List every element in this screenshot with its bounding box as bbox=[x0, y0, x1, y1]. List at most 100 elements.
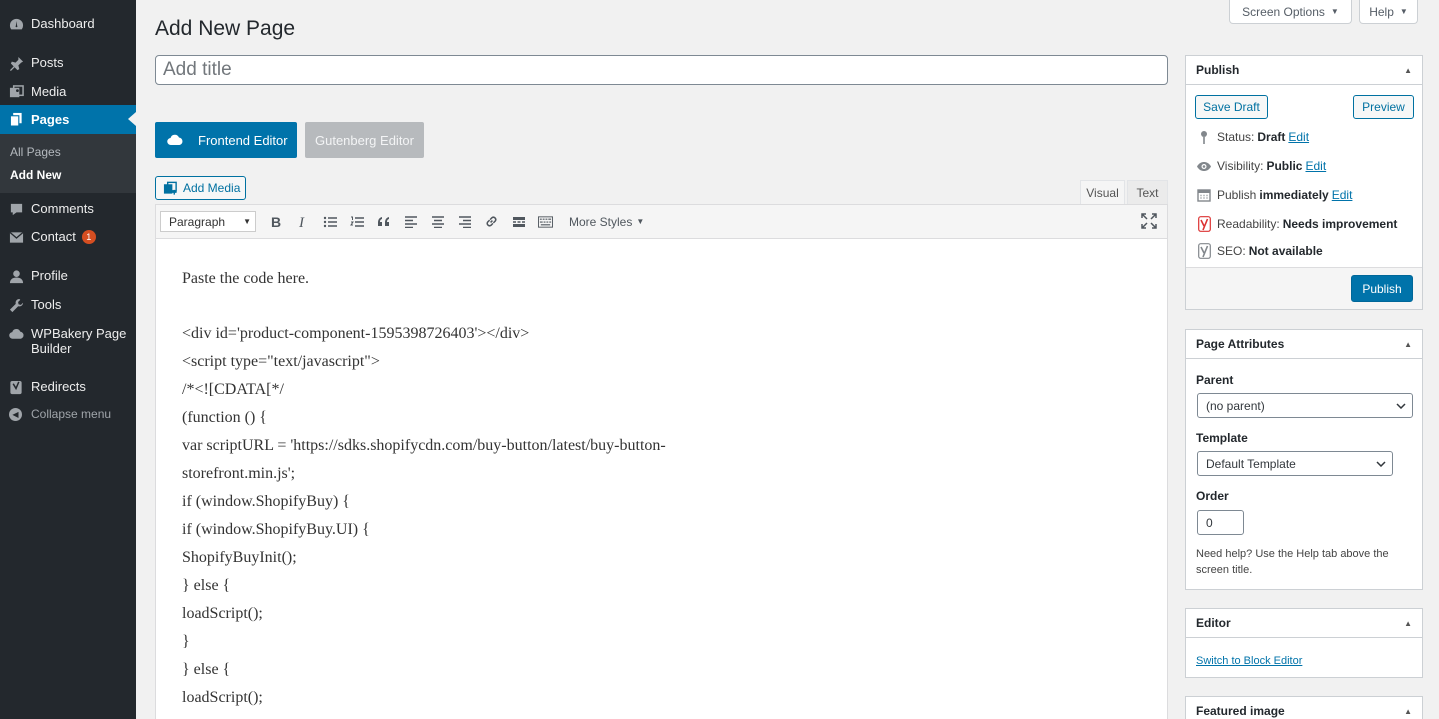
code-line: } else { bbox=[182, 577, 231, 594]
chevron-down-icon bbox=[1376, 460, 1386, 467]
menu-label: WPBakery Page Builder bbox=[31, 326, 127, 356]
admin-sidebar: Dashboard Posts Media Pages All Pages Ad… bbox=[0, 0, 136, 719]
gutenberg-editor-button[interactable]: Gutenberg Editor bbox=[305, 122, 424, 158]
order-input[interactable]: 0 bbox=[1197, 510, 1244, 535]
code-line: /*<![CDATA[*/ bbox=[182, 381, 284, 398]
publish-box: Publish ▲ Save Draft Preview Status: Dra… bbox=[1185, 55, 1423, 310]
numbered-list-icon[interactable] bbox=[343, 208, 370, 235]
calendar-icon bbox=[1196, 187, 1212, 203]
template-select[interactable]: Default Template bbox=[1197, 451, 1393, 476]
publish-actions: Publish bbox=[1186, 267, 1422, 309]
screen-options-button[interactable]: Screen Options ▼ bbox=[1229, 0, 1352, 24]
collapse-arrow-icon[interactable]: ▲ bbox=[1404, 619, 1412, 628]
order-label: Order bbox=[1196, 489, 1229, 503]
featured-image-header[interactable]: Featured image ▲ bbox=[1186, 697, 1422, 719]
collapse-arrow-icon[interactable]: ▲ bbox=[1404, 340, 1412, 349]
menu-label: Posts bbox=[31, 55, 64, 70]
link-icon[interactable] bbox=[478, 208, 505, 235]
italic-icon[interactable]: I bbox=[289, 208, 316, 235]
collapse-menu-button[interactable]: ◀ Collapse menu bbox=[0, 407, 136, 422]
mail-icon bbox=[8, 229, 24, 245]
toolbar-toggle-icon[interactable] bbox=[532, 208, 559, 235]
pages-submenu: All Pages Add New bbox=[0, 134, 136, 193]
page-attributes-header[interactable]: Page Attributes ▲ bbox=[1186, 330, 1422, 359]
dashboard-icon bbox=[8, 16, 24, 32]
code-line: ShopifyBuyInit(); bbox=[182, 549, 297, 566]
edit-schedule-link[interactable]: Edit bbox=[1332, 188, 1353, 202]
menu-comments[interactable]: Comments bbox=[0, 201, 136, 217]
menu-media[interactable]: Media bbox=[0, 84, 136, 100]
align-left-icon[interactable] bbox=[397, 208, 424, 235]
add-media-button[interactable]: Add Media bbox=[155, 176, 246, 200]
wpbakery-icon bbox=[8, 326, 24, 342]
help-label: Help bbox=[1369, 4, 1394, 19]
read-more-icon[interactable] bbox=[505, 208, 532, 235]
parent-select[interactable]: (no parent) bbox=[1197, 393, 1413, 418]
menu-tools[interactable]: Tools bbox=[0, 297, 136, 313]
status-value: Draft bbox=[1257, 130, 1286, 144]
code-line: loadScript(); bbox=[182, 689, 263, 706]
code-line: if (window.ShopifyBuy.UI) { bbox=[182, 521, 370, 538]
wpbakery-icon bbox=[163, 133, 187, 147]
frontend-editor-label: Frontend Editor bbox=[198, 132, 288, 148]
save-draft-button[interactable]: Save Draft bbox=[1195, 95, 1268, 119]
bold-icon[interactable]: B bbox=[262, 208, 289, 235]
contact-count-badge: 1 bbox=[81, 230, 96, 244]
menu-wpbakery[interactable]: WPBakery Page Builder bbox=[0, 326, 136, 356]
frontend-editor-button[interactable]: Frontend Editor bbox=[155, 122, 297, 158]
help-button[interactable]: Help ▼ bbox=[1359, 0, 1418, 24]
menu-profile[interactable]: Profile bbox=[0, 268, 136, 284]
comment-icon bbox=[8, 201, 24, 217]
menu-pages[interactable]: Pages bbox=[0, 105, 136, 134]
yoast-seo-icon bbox=[1196, 243, 1212, 259]
collapse-arrow-icon[interactable]: ▲ bbox=[1404, 707, 1412, 716]
preview-button[interactable]: Preview bbox=[1353, 95, 1414, 119]
code-line: storefront.min.js'; bbox=[182, 465, 296, 482]
blockquote-icon[interactable] bbox=[370, 208, 397, 235]
tab-text[interactable]: Text bbox=[1127, 180, 1168, 205]
svg-text:I: I bbox=[298, 215, 305, 229]
page-icon bbox=[8, 112, 24, 128]
submenu-add-new[interactable]: Add New bbox=[10, 168, 61, 182]
user-icon bbox=[8, 268, 24, 284]
seo-row: SEO: Not available bbox=[1196, 243, 1323, 259]
menu-label: Tools bbox=[31, 297, 62, 312]
page-attributes-box: Page Attributes ▲ Parent (no parent) Tem… bbox=[1185, 329, 1423, 590]
visibility-value: Public bbox=[1266, 159, 1303, 173]
visibility-row: Visibility: Public Edit bbox=[1196, 158, 1326, 174]
title-input[interactable] bbox=[155, 55, 1168, 85]
yoast-readability-icon bbox=[1196, 216, 1212, 232]
menu-dashboard[interactable]: Dashboard bbox=[0, 16, 136, 32]
editor-content[interactable]: Paste the code here. <div id='product-co… bbox=[156, 239, 1167, 719]
schedule-row: Publish immediately Edit bbox=[1196, 187, 1352, 203]
publish-box-header[interactable]: Publish ▲ bbox=[1186, 56, 1422, 85]
visibility-label: Visibility: bbox=[1217, 159, 1264, 173]
fullscreen-icon[interactable] bbox=[1141, 213, 1159, 231]
menu-redirects[interactable]: Redirects bbox=[0, 379, 136, 395]
publish-button[interactable]: Publish bbox=[1351, 275, 1413, 302]
parent-label: Parent bbox=[1196, 373, 1234, 387]
pin-icon bbox=[8, 55, 24, 71]
align-right-icon[interactable] bbox=[451, 208, 478, 235]
collapse-label: Collapse menu bbox=[31, 407, 112, 421]
code-line: <div id='product-component-1595398726403… bbox=[182, 325, 530, 342]
tab-visual[interactable]: Visual bbox=[1080, 180, 1125, 205]
submenu-all-pages[interactable]: All Pages bbox=[10, 145, 61, 159]
collapse-icon: ◀ bbox=[9, 408, 22, 421]
more-styles-dropdown[interactable]: More Styles ▼ bbox=[569, 215, 644, 229]
format-select[interactable]: Paragraph ▼ bbox=[160, 211, 256, 232]
featured-image-heading: Featured image bbox=[1196, 704, 1285, 718]
wrench-icon bbox=[8, 297, 24, 313]
editor-toolbar: Paragraph ▼ B I More Styles ▼ bbox=[156, 205, 1167, 239]
edit-visibility-link[interactable]: Edit bbox=[1305, 159, 1326, 173]
menu-posts[interactable]: Posts bbox=[0, 55, 136, 71]
publish-value: immediately bbox=[1259, 188, 1329, 202]
menu-contact[interactable]: Contact 1 bbox=[0, 229, 136, 245]
readability-value: Needs improvement bbox=[1282, 217, 1398, 231]
bullet-list-icon[interactable] bbox=[316, 208, 343, 235]
editor-box-header[interactable]: Editor ▲ bbox=[1186, 609, 1422, 638]
switch-to-block-editor-link[interactable]: Switch to Block Editor bbox=[1196, 655, 1302, 667]
collapse-arrow-icon[interactable]: ▲ bbox=[1404, 66, 1412, 75]
edit-status-link[interactable]: Edit bbox=[1288, 130, 1309, 144]
align-center-icon[interactable] bbox=[424, 208, 451, 235]
